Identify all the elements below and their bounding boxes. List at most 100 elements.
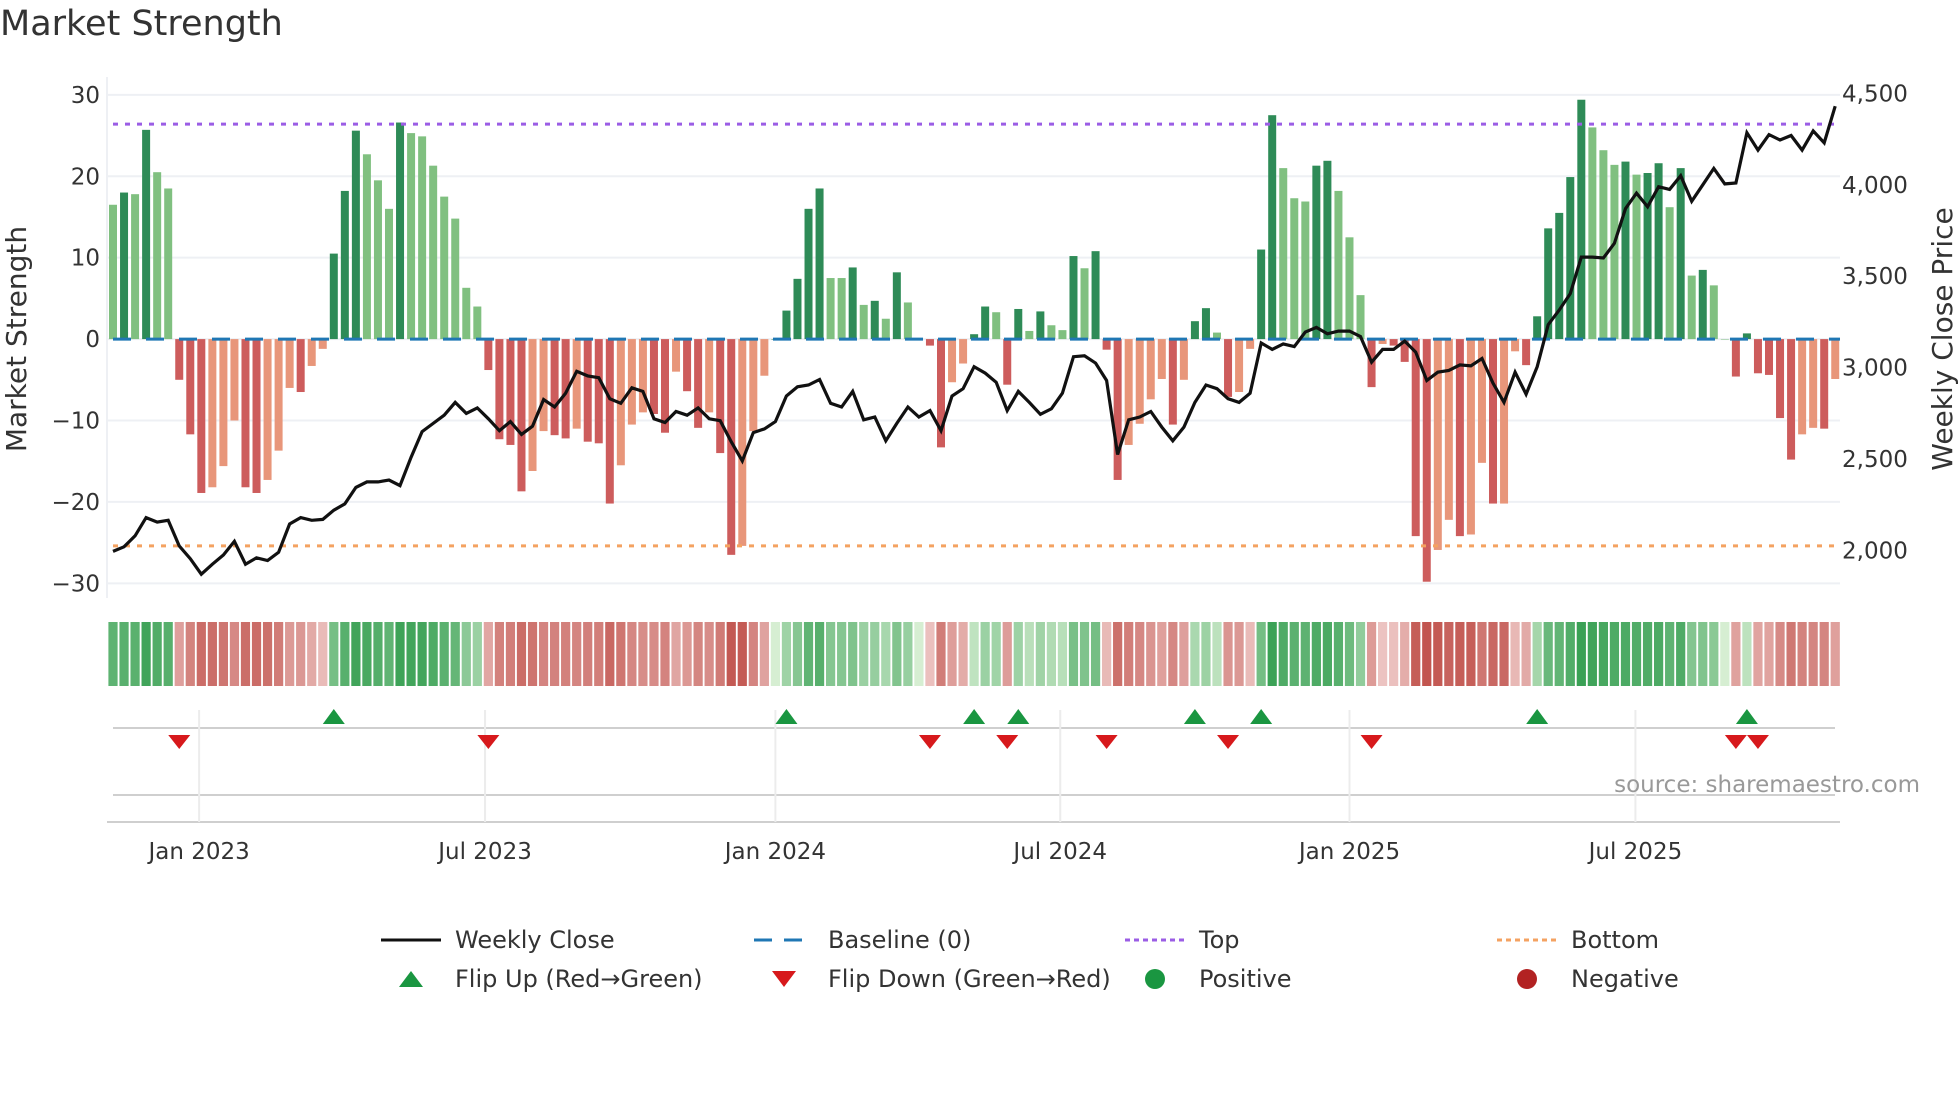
heat-cell xyxy=(130,622,140,686)
legend-label: Bottom xyxy=(1571,926,1660,954)
heat-cell xyxy=(1234,622,1244,686)
heat-cell xyxy=(1322,622,1332,686)
strength-bar xyxy=(738,339,747,546)
heat-cell xyxy=(1344,622,1355,686)
strength-bar xyxy=(1146,339,1155,400)
heat-cell xyxy=(1620,622,1631,686)
strength-bar xyxy=(1069,256,1078,340)
flip-down-marker xyxy=(1095,735,1118,749)
dotted-line-swatch-icon xyxy=(1497,938,1557,942)
strength-bar xyxy=(1268,115,1277,340)
legend-positive: Positive xyxy=(1125,965,1292,993)
strength-bar xyxy=(120,192,129,340)
heat-cell xyxy=(1311,622,1321,686)
y-tick-label: −10 xyxy=(51,409,100,435)
heat-cell xyxy=(1057,622,1068,686)
heat-cell xyxy=(870,622,880,686)
strength-bar xyxy=(1102,339,1111,350)
strength-bar xyxy=(241,339,250,488)
heat-cell xyxy=(1521,622,1531,686)
strength-bar xyxy=(373,180,382,340)
strength-bar xyxy=(1753,339,1762,374)
heat-cell xyxy=(936,622,946,686)
y-tick-label: 20 xyxy=(71,164,100,190)
strength-bar xyxy=(484,339,493,371)
flip-markers xyxy=(107,709,1840,823)
heat-cell xyxy=(362,622,372,686)
heat-cell xyxy=(1389,622,1399,686)
flip-down-marker xyxy=(477,735,500,749)
heat-cell xyxy=(285,622,295,686)
strength-bar xyxy=(870,300,879,340)
strength-bar xyxy=(793,278,802,340)
line-swatch-icon xyxy=(381,938,441,942)
heat-cell xyxy=(660,622,670,686)
legend-label: Weekly Close xyxy=(455,926,615,954)
strength-bar xyxy=(1665,207,1674,340)
heat-cell xyxy=(1024,622,1034,686)
flip-down-marker xyxy=(1360,735,1383,749)
x-tick-label: Jan 2023 xyxy=(146,839,249,865)
heat-cell xyxy=(1333,622,1344,686)
strength-bar xyxy=(1610,164,1619,340)
strength-bar xyxy=(1709,285,1718,340)
strength-bar xyxy=(1820,339,1829,429)
heat-cell xyxy=(1411,622,1421,686)
heat-cell xyxy=(1256,622,1266,686)
heat-cell xyxy=(229,622,240,686)
heat-cell xyxy=(461,622,471,686)
heat-cell xyxy=(1366,622,1377,686)
strength-bar xyxy=(1389,339,1398,346)
strength-bar xyxy=(782,310,791,340)
strength-bar xyxy=(473,306,482,340)
flip-up-marker xyxy=(322,709,345,724)
heat-cell xyxy=(207,622,217,686)
heat-cell xyxy=(1455,622,1465,686)
strength-bar xyxy=(329,253,338,340)
legend-top: Top xyxy=(1125,926,1240,954)
heat-cell xyxy=(1046,622,1056,686)
heat-cell xyxy=(947,622,957,686)
strength-bar xyxy=(1765,339,1773,375)
y2-tick-label: 2,000 xyxy=(1842,538,1908,564)
heat-cell xyxy=(351,622,361,686)
heat-cell xyxy=(1499,622,1509,686)
strength-bar xyxy=(186,339,195,435)
heat-cell xyxy=(859,622,869,686)
strength-bar xyxy=(1500,339,1509,504)
heat-cell xyxy=(1400,622,1410,686)
heat-cell xyxy=(1598,622,1608,686)
strength-bar xyxy=(1489,339,1497,504)
heat-cell xyxy=(1587,622,1597,686)
strength-bar xyxy=(981,306,990,340)
strength-bar xyxy=(550,339,559,436)
strength-bar xyxy=(1058,330,1067,340)
heat-cell xyxy=(174,622,184,686)
heat-cell xyxy=(1013,622,1023,686)
heat-cell xyxy=(881,622,891,686)
strength-bar xyxy=(594,339,603,444)
y2-tick-label: 3,000 xyxy=(1842,356,1908,382)
heat-cell xyxy=(1002,622,1012,686)
heat-cell xyxy=(1068,622,1079,686)
heat-cell xyxy=(616,622,626,686)
heat-cell xyxy=(958,622,968,686)
strength-bar xyxy=(1776,339,1785,419)
heat-cell xyxy=(274,622,284,686)
strength-bar xyxy=(848,267,857,340)
heat-cell xyxy=(1819,622,1829,686)
strength-bar xyxy=(1113,339,1122,480)
dashed-line-swatch-icon xyxy=(754,938,814,942)
strength-bar xyxy=(1809,339,1818,428)
heat-cell xyxy=(837,622,847,686)
y2-tick-label: 3,500 xyxy=(1842,264,1908,290)
heat-cell xyxy=(748,622,758,686)
heat-cell xyxy=(671,622,681,686)
y-tick-label: 30 xyxy=(71,83,100,109)
heat-cell xyxy=(1642,622,1653,686)
heat-cell xyxy=(1753,622,1763,686)
heat-cell xyxy=(1709,622,1719,686)
heat-cell xyxy=(1212,622,1222,686)
legend-flip-down: Flip Down (Green→Red) xyxy=(754,965,1111,993)
y-tick-label: −30 xyxy=(51,571,100,597)
